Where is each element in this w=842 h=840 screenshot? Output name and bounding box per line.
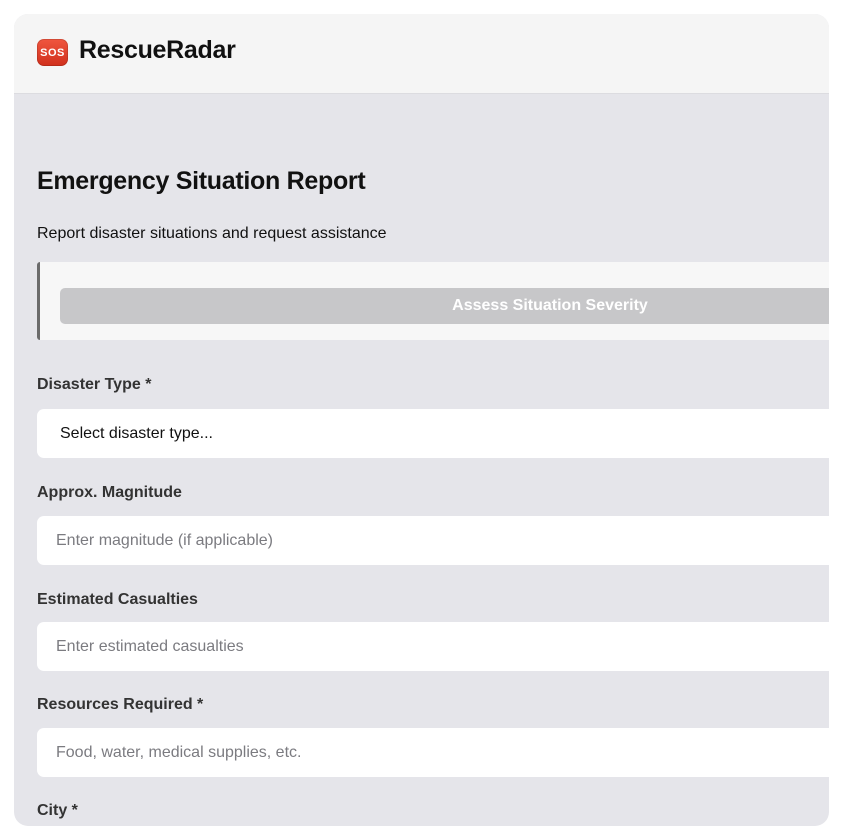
casualties-input[interactable] [56,637,829,656]
magnitude-field-wrapper [37,516,829,565]
resources-input[interactable] [56,743,829,762]
magnitude-input[interactable] [56,531,829,550]
disaster-type-label: Disaster Type * [37,376,152,393]
page-title: Emergency Situation Report [37,167,366,195]
assess-panel: Assess Situation Severity [37,262,829,340]
disaster-type-select[interactable]: Select disaster type... [37,409,829,458]
resources-field-wrapper [37,728,829,777]
city-label: City * [37,802,78,819]
page-subtitle: Report disaster situations and request a… [37,225,387,242]
sos-icon: SOS [37,39,68,66]
magnitude-label: Approx. Magnitude [37,484,182,501]
assess-severity-button[interactable]: Assess Situation Severity [60,288,829,324]
resources-label: Resources Required * [37,696,204,713]
app-name[interactable]: RescueRadar [79,36,236,65]
disaster-type-value: Select disaster type... [60,424,213,442]
app-window: SOS RescueRadar Emergency Situation Repo… [14,14,829,826]
app-header: SOS RescueRadar [14,14,829,94]
casualties-label: Estimated Casualties [37,591,198,608]
casualties-field-wrapper [37,622,829,671]
